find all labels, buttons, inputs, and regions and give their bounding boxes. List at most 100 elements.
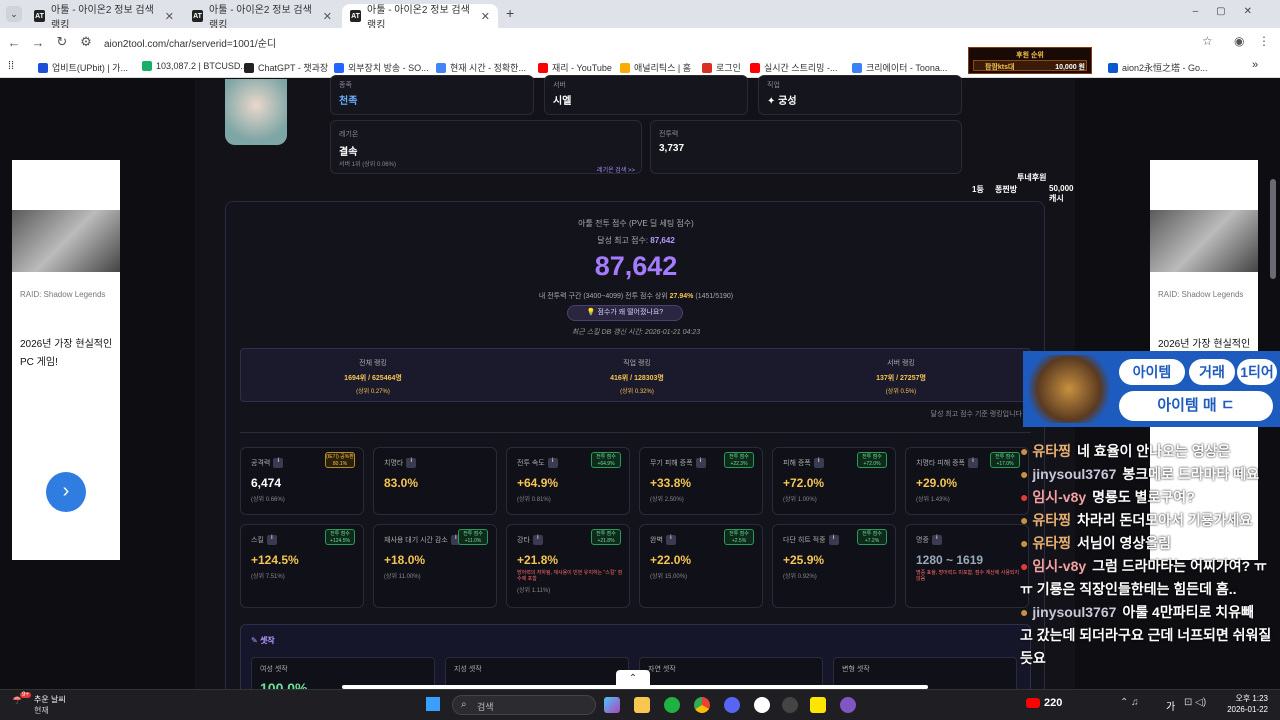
- new-tab-button[interactable]: +: [506, 5, 514, 21]
- ad-game-name: RAID: Shadow Legends: [20, 290, 106, 299]
- taskbar-search[interactable]: ⌕ 검색: [452, 695, 596, 715]
- obs-icon[interactable]: [754, 697, 770, 713]
- info-icon[interactable]: i: [273, 458, 284, 469]
- banner-word-3: 1티어: [1237, 359, 1277, 385]
- close-icon[interactable]: ✕: [323, 10, 332, 23]
- stat-card: 치명타 i 83.0%: [373, 447, 497, 515]
- more-bookmarks-icon[interactable]: »: [1252, 59, 1258, 71]
- donation-rank-title: 투네후원: [1017, 173, 1047, 182]
- info-icon[interactable]: i: [813, 458, 824, 469]
- stat-name: 피해 증폭 i: [783, 458, 824, 469]
- kakaotalk-icon[interactable]: [810, 697, 826, 713]
- info-icon[interactable]: i: [967, 458, 978, 469]
- tray-icons[interactable]: ⌃ ♫: [1120, 697, 1139, 708]
- info-icon[interactable]: i: [665, 535, 676, 546]
- forward-icon[interactable]: →: [28, 35, 48, 50]
- menu-icon[interactable]: ⋮: [1258, 34, 1270, 48]
- ad-next-button[interactable]: ›: [46, 472, 86, 512]
- site-info-icon[interactable]: ⚙: [76, 34, 96, 50]
- chevron-up-icon[interactable]: ⌃: [616, 670, 650, 688]
- ad-image: [1150, 210, 1258, 272]
- weather-badge: 9+: [20, 692, 31, 698]
- chat-avatar-icon: ●: [1020, 466, 1033, 482]
- chat-message: 듯요: [1020, 647, 1280, 670]
- bookmark-6[interactable]: 재리 - YouTube: [538, 61, 612, 74]
- tab-3[interactable]: AT 아툴 - 아이온2 정보 검색 랭킹 ✕: [342, 4, 498, 31]
- youtube-icon: [538, 62, 548, 73]
- donation-rank-name: 퐁찐방: [995, 185, 1018, 194]
- why-score-dropped-button[interactable]: 💡 점수가 왜 떨어졌나요?: [567, 305, 683, 321]
- chat-text: 그럼 드라마타는 어찌가여? ㅠ: [1092, 558, 1267, 574]
- bookmark-label: 103,087.2 | BTCUSD...: [156, 61, 248, 71]
- left-ad[interactable]: RAID: Shadow Legends 2026년 가장 현실적인 PC 게임…: [12, 160, 120, 560]
- media-icon[interactable]: [782, 697, 798, 713]
- tab-2[interactable]: AT 아툴 - 아이온2 정보 검색 랭킹 ✕: [184, 4, 340, 31]
- chat-avatar-icon: ●: [1020, 443, 1033, 459]
- main-content: 종족 천족 서버 시엘 직업 ✦ 궁성 레기온 결속 서버 1위 (상위 0.0…: [195, 75, 1075, 707]
- bookmark-star-icon[interactable]: ☆: [1202, 34, 1213, 48]
- info-icon[interactable]: i: [828, 535, 839, 546]
- bookmark-7[interactable]: 애널리틱스 | 홈: [620, 61, 691, 74]
- info-icon[interactable]: i: [547, 458, 558, 469]
- info-icon[interactable]: i: [695, 458, 706, 469]
- copilot-icon[interactable]: [604, 697, 620, 713]
- score-badge: 전투 점수 +7.2%: [857, 529, 887, 545]
- bookmark-11[interactable]: aion2永恒之塔 - Go...: [1108, 61, 1208, 74]
- info-icon[interactable]: i: [532, 535, 543, 546]
- chat-message: ● jinysoul3767 봉크메로 드라마타 떼요: [1020, 463, 1280, 486]
- tab-search-button[interactable]: ⌄: [6, 6, 22, 22]
- score-badge: 전투 점수 +124.5%: [325, 529, 355, 545]
- scrollbar-thumb[interactable]: [1270, 179, 1276, 279]
- clock-time[interactable]: 오후 1:23: [1226, 693, 1268, 704]
- app-icon-2[interactable]: [840, 697, 856, 713]
- bookmark-10[interactable]: 크리에이터 - Toona...: [852, 61, 947, 74]
- app-icon[interactable]: [664, 697, 680, 713]
- window-controls[interactable]: –▢✕: [1193, 6, 1270, 17]
- bookmark-9[interactable]: 실시간 스트리밍 -...: [750, 61, 837, 74]
- youtube-studio-icon: [750, 62, 760, 73]
- bookmark-label: 로그인: [716, 63, 741, 73]
- aion-tab-icon: AT: [350, 10, 362, 22]
- bookmark-label: 애널리틱스 | 홈: [634, 63, 692, 73]
- chat-username: 유타찡: [1032, 512, 1071, 528]
- ime-indicator[interactable]: 가: [1166, 698, 1175, 713]
- network-volume-icons[interactable]: ⊡ ◁): [1184, 697, 1206, 708]
- profile-icon[interactable]: ◉: [1234, 34, 1244, 48]
- file-explorer-icon[interactable]: [634, 697, 650, 713]
- stat-name: 재사용 대기 시간 감소 i: [384, 535, 461, 546]
- reload-icon[interactable]: ↻: [52, 34, 72, 50]
- main-score: 87,642: [594, 251, 678, 281]
- close-icon[interactable]: ✕: [165, 10, 174, 23]
- stat-value: +72.0%: [783, 476, 825, 490]
- tab-1[interactable]: AT 아툴 - 아이온2 정보 검색 랭킹 ✕: [26, 4, 182, 31]
- discord-icon[interactable]: [724, 697, 740, 713]
- toonation-icon: [852, 62, 862, 73]
- clock-date[interactable]: 2026-01-22: [1220, 705, 1268, 714]
- tradingview-icon: [142, 61, 152, 71]
- close-icon[interactable]: ✕: [481, 10, 490, 23]
- bookmark-1[interactable]: 업비트(UPbit) | 가...: [38, 61, 128, 74]
- back-icon[interactable]: ←: [4, 35, 24, 50]
- info-icon[interactable]: i: [406, 458, 417, 469]
- url-input[interactable]: aion2tool.com/char/serverid=1001/순디: [104, 35, 276, 50]
- chat-text: 서님이 영상올림: [1077, 535, 1172, 551]
- banner-word-4: 아이템 매 ㄷ: [1119, 391, 1273, 421]
- chat-message: 고 갔는데 되더라구요 근데 너프되면 쉬워질: [1020, 624, 1280, 647]
- score-badge: (IE기) 공%환 80.1%: [325, 452, 355, 468]
- apps-icon[interactable]: ⁞⁞: [8, 60, 14, 72]
- bookmark-2[interactable]: 103,087.2 | BTCUSD...: [142, 61, 248, 71]
- legion-rank: 서버 1위 (상위 0.06%): [339, 162, 396, 168]
- windows-start-icon[interactable]: [426, 697, 440, 711]
- donation-title: 후원 순위: [1016, 52, 1044, 59]
- bookmark-5[interactable]: 현재 시간 - 정확한...: [436, 61, 526, 74]
- bookmark-3[interactable]: ChatGPT - 챗과장: [244, 61, 328, 74]
- chat-message: ● 임시-v8y 명룡도 별로구여?: [1020, 486, 1280, 509]
- bookmark-8[interactable]: 로그인: [702, 61, 741, 74]
- stat-note: 방어력의 저하됨, 재사용이 빈번 유지하는 "스킬" 점수에 포함: [517, 570, 623, 582]
- legion-search-link[interactable]: 레기온 검색 >>: [597, 165, 635, 174]
- score-badge: 전투 점수 +2.5%: [724, 529, 754, 545]
- bookmark-4[interactable]: 외부장치 방송 - SO...: [334, 61, 429, 74]
- info-icon[interactable]: i: [931, 535, 942, 546]
- chrome-icon[interactable]: [694, 697, 710, 713]
- info-icon[interactable]: i: [266, 535, 277, 546]
